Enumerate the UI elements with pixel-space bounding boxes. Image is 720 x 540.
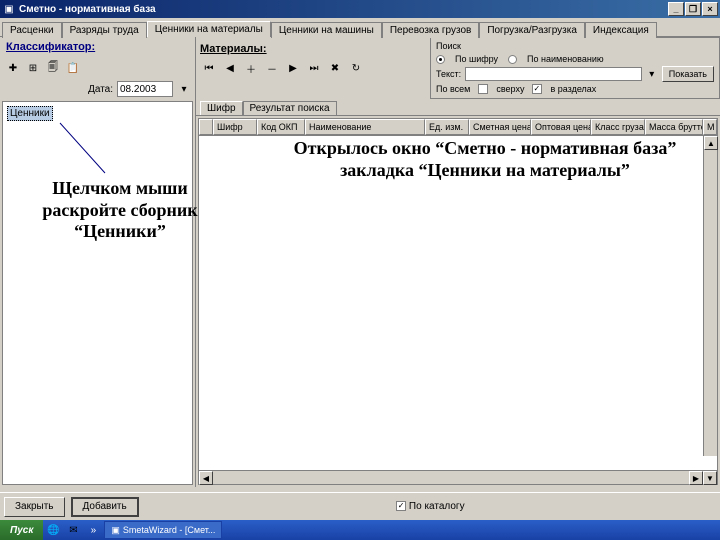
nav-toolbar: ⏮ ◀ ＋ － ▶ ⏭ ✖ ↻ bbox=[200, 57, 426, 79]
nav-cancel-icon[interactable]: ✖ bbox=[326, 59, 344, 77]
radio-by-shifr[interactable] bbox=[436, 55, 445, 64]
grid-subtabs: Шифр Результат поиска bbox=[196, 99, 720, 116]
workarea: Классификатор: ✚ ⊞ 🗐 📋 Дата: ▾ Ценники М… bbox=[0, 37, 720, 487]
grid-header-row: Шифр Код ОКП Наименование Ед. изм. Сметн… bbox=[199, 119, 717, 136]
tree-expand-icon[interactable]: ✚ bbox=[4, 59, 22, 77]
scroll-right-icon[interactable]: ▶ bbox=[689, 471, 703, 485]
tree-root-cenniki[interactable]: Ценники bbox=[7, 106, 53, 121]
search-chk-down[interactable] bbox=[478, 84, 488, 94]
tree-collapse-icon[interactable]: ⊞ bbox=[24, 59, 42, 77]
nav-prev-icon[interactable]: ◀ bbox=[221, 59, 239, 77]
catalog-checkbox[interactable] bbox=[396, 501, 406, 511]
search-text-label: Текст: bbox=[436, 69, 461, 79]
minimize-button[interactable]: _ bbox=[668, 2, 684, 16]
date-input[interactable] bbox=[117, 81, 173, 97]
search-chk-down-label: сверху bbox=[496, 84, 524, 94]
tab-pogruzka[interactable]: Погрузка/Разгрузка bbox=[479, 22, 585, 38]
app-icon: ▣ bbox=[2, 2, 16, 16]
radio-by-shifr-label: По шифру bbox=[455, 54, 498, 64]
window-titlebar: ▣ Сметно - нормативная база _ ❐ × bbox=[0, 0, 720, 18]
tree-copy-icon[interactable]: 🗐 bbox=[44, 59, 62, 77]
search-go-button[interactable]: Показать bbox=[662, 66, 714, 82]
nav-refresh-icon[interactable]: ↻ bbox=[347, 59, 365, 77]
nav-first-icon[interactable]: ⏮ bbox=[200, 59, 218, 77]
search-text-input[interactable] bbox=[465, 67, 642, 81]
callout-main: Открылось окно “Сметно - нормативная баз… bbox=[265, 138, 705, 181]
catalog-checkbox-label: По каталогу bbox=[409, 501, 465, 512]
nav-del-icon[interactable]: － bbox=[263, 59, 281, 77]
col-mass[interactable]: Масса брутто bbox=[645, 119, 703, 135]
scroll-left-icon[interactable]: ◀ bbox=[199, 471, 213, 485]
windows-taskbar: Пуск 🌐 ✉ » ▣SmetaWizard - [Смет... bbox=[0, 520, 720, 540]
tab-razryady[interactable]: Разряды труда bbox=[62, 22, 147, 38]
callout-arrow-icon bbox=[55, 118, 110, 178]
add-button[interactable]: Добавить bbox=[71, 497, 139, 517]
dialog-button-bar: Закрыть Добавить По каталогу bbox=[0, 492, 720, 520]
materials-header: Материалы: bbox=[200, 41, 426, 57]
classifier-panel: Классификатор: ✚ ⊞ 🗐 📋 Дата: ▾ Ценники bbox=[0, 37, 196, 487]
nav-next-icon[interactable]: ▶ bbox=[284, 59, 302, 77]
tree-paste-icon[interactable]: 📋 bbox=[64, 59, 82, 77]
grid-row-marker bbox=[199, 119, 213, 135]
search-chk-section-label: в разделах bbox=[550, 84, 596, 94]
radio-by-name[interactable] bbox=[508, 55, 517, 64]
search-scope-all-label: По всем bbox=[436, 84, 470, 94]
tab-rascentki[interactable]: Расценки bbox=[2, 22, 62, 38]
start-button[interactable]: Пуск bbox=[0, 520, 43, 540]
col-smet[interactable]: Сметная цена bbox=[469, 119, 531, 135]
search-group-label: Поиск bbox=[436, 41, 714, 53]
col-okp[interactable]: Код ОКП bbox=[257, 119, 305, 135]
subtab-shifr[interactable]: Шифр bbox=[200, 101, 243, 115]
window-title: Сметно - нормативная база bbox=[19, 4, 668, 15]
tab-perevozka[interactable]: Перевозка грузов bbox=[382, 22, 479, 38]
col-unit[interactable]: Ед. изм. bbox=[425, 119, 469, 135]
date-label: Дата: bbox=[88, 84, 113, 95]
search-groupbox: Поиск По шифру По наименованию Текст: ▾ … bbox=[430, 37, 720, 99]
search-chk-section[interactable] bbox=[532, 84, 542, 94]
grid-body[interactable]: ▲ bbox=[199, 136, 717, 470]
quicklaunch-icon-2[interactable]: ✉ bbox=[65, 522, 81, 538]
main-tabstrip: Расценки Разряды труда Ценники на матери… bbox=[0, 18, 720, 37]
nav-add-icon[interactable]: ＋ bbox=[242, 59, 260, 77]
horizontal-scrollbar[interactable]: ◀ ▶ ▼ bbox=[199, 470, 717, 484]
close-button[interactable]: × bbox=[702, 2, 718, 16]
classifier-header: Классификатор: bbox=[0, 37, 195, 57]
scroll-up-icon[interactable]: ▲ bbox=[704, 136, 718, 150]
col-opt[interactable]: Оптовая цена bbox=[531, 119, 591, 135]
vertical-scrollbar[interactable]: ▲ bbox=[703, 136, 717, 456]
col-shifr[interactable]: Шифр bbox=[213, 119, 257, 135]
tab-cenniki-mashiny[interactable]: Ценники на машины bbox=[271, 22, 382, 38]
callout-left: Щелчком мыши раскройте сборник “Ценники” bbox=[25, 178, 215, 243]
col-m[interactable]: М bbox=[703, 119, 717, 135]
nav-last-icon[interactable]: ⏭ bbox=[305, 59, 323, 77]
date-dropdown-icon[interactable]: ▾ bbox=[177, 81, 191, 97]
tab-indeksaciya[interactable]: Индексация bbox=[585, 22, 657, 38]
tab-cenniki-materialy[interactable]: Ценники на материалы bbox=[147, 21, 271, 37]
search-dropdown-icon[interactable]: ▾ bbox=[646, 67, 658, 81]
materials-panel: Материалы: ⏮ ◀ ＋ － ▶ ⏭ ✖ ↻ Поиск По шифр… bbox=[196, 37, 720, 487]
col-name[interactable]: Наименование bbox=[305, 119, 425, 135]
close-dialog-button[interactable]: Закрыть bbox=[4, 497, 65, 517]
col-class[interactable]: Класс груза bbox=[591, 119, 645, 135]
quicklaunch-icon-1[interactable]: 🌐 bbox=[45, 522, 61, 538]
restore-button[interactable]: ❐ bbox=[685, 2, 701, 16]
quicklaunch-more-icon[interactable]: » bbox=[85, 522, 101, 538]
classifier-toolbar: ✚ ⊞ 🗐 📋 bbox=[0, 57, 195, 79]
subtab-result[interactable]: Результат поиска bbox=[243, 101, 337, 115]
scroll-down-corner-icon[interactable]: ▼ bbox=[703, 471, 717, 485]
taskbar-app-button[interactable]: ▣SmetaWizard - [Смет... bbox=[104, 521, 222, 539]
radio-by-name-label: По наименованию bbox=[527, 54, 604, 64]
